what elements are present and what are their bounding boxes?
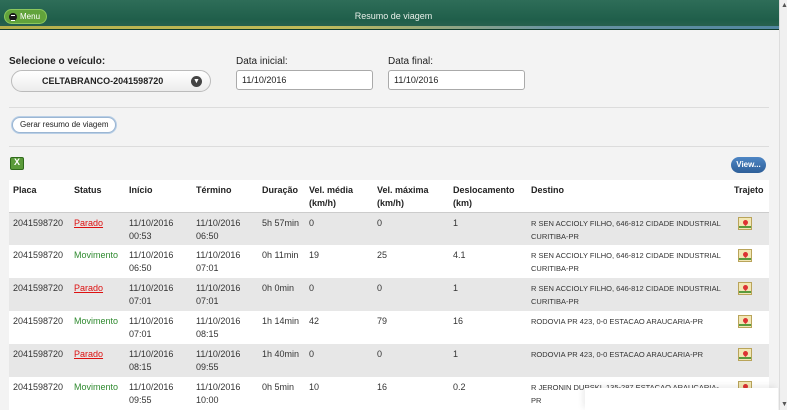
scroll-down-icon[interactable]: ▼ (781, 401, 787, 408)
cell-duracao: 0h 0min (258, 278, 305, 311)
cell-trajeto (730, 344, 769, 377)
col-inicio: Início (125, 180, 192, 213)
cell-vel-maxima: 25 (373, 245, 449, 278)
chevron-down-icon[interactable]: ▼ (191, 76, 202, 87)
table-row: 2041598720 Parado 11/10/2016 07:01 11/10/20… (9, 278, 769, 311)
start-date-input[interactable]: 11/10/2016 (236, 70, 373, 90)
map-route-icon[interactable] (738, 348, 752, 361)
cell-termino: 11/10/2016 09:55 (192, 344, 258, 377)
table-row: 2041598720 Movimento 11/10/2016 07:01 11/10… (9, 311, 769, 344)
cell-status[interactable]: Parado (70, 212, 125, 245)
scroll-up-icon[interactable]: ▲ (781, 2, 787, 9)
cell-status: Movimento (70, 311, 125, 344)
table-row: 2041598720 Parado 11/10/2016 08:15 11/10/20… (9, 344, 769, 377)
cell-destino: R SEN ACCIOLY FILHO, 646-812 CIDADE INDU… (527, 245, 730, 278)
view-button[interactable]: View... (731, 157, 766, 173)
col-status: Status (70, 180, 125, 213)
cell-placa: 2041598720 (9, 245, 70, 278)
col-vel-maxima: Vel. máxima (km/h) (373, 180, 449, 213)
cell-vel-maxima: 16 (373, 377, 449, 410)
cell-inicio: 11/10/2016 08:15 (125, 344, 192, 377)
cell-destino: RODOVIA PR 423, 0-0 ESTACAO ARAUCARIA-PR (527, 311, 730, 344)
cell-deslocamento: 16 (449, 311, 527, 344)
cell-vel-media: 10 (305, 377, 373, 410)
cell-inicio: 11/10/2016 07:01 (125, 311, 192, 344)
cell-inicio: 11/10/2016 00:53 (125, 212, 192, 245)
cell-deslocamento: 1 (449, 212, 527, 245)
start-date-label: Data inicial: (236, 56, 288, 67)
cell-termino: 11/10/2016 08:15 (192, 311, 258, 344)
table-header-row: Placa Status Início Término Duração Vel.… (9, 180, 769, 213)
cell-placa: 2041598720 (9, 377, 70, 410)
cell-vel-maxima: 0 (373, 212, 449, 245)
cell-vel-maxima: 0 (373, 278, 449, 311)
cell-status: Movimento (70, 245, 125, 278)
cell-destino: R SEN ACCIOLY FILHO, 646-812 CIDADE INDU… (527, 278, 730, 311)
top-bar: Menu Resumo de viagem (0, 0, 787, 30)
cell-inicio: 11/10/2016 09:55 (125, 377, 192, 410)
cell-deslocamento: 1 (449, 344, 527, 377)
end-date-label: Data final: (388, 56, 434, 67)
cell-status[interactable]: Parado (70, 278, 125, 311)
col-deslocamento: Deslocamento (km) (449, 180, 527, 213)
cell-placa: 2041598720 (9, 311, 70, 344)
cell-vel-media: 0 (305, 344, 373, 377)
cell-duracao: 0h 11min (258, 245, 305, 278)
table-row: 2041598720 Parado 11/10/2016 00:53 11/10/20… (9, 212, 769, 245)
cell-trajeto (730, 245, 769, 278)
col-placa: Placa (9, 180, 70, 213)
table-row: 2041598720 Movimento 11/10/2016 06:50 11/10… (9, 245, 769, 278)
cell-vel-maxima: 79 (373, 311, 449, 344)
map-route-icon[interactable] (738, 216, 752, 230)
cell-duracao: 1h 14min (258, 311, 305, 344)
cell-deslocamento: 4.1 (449, 245, 527, 278)
page-title: Resumo de viagem (354, 11, 433, 21)
divider (9, 107, 769, 108)
generate-summary-button[interactable]: Gerar resumo de viagem (12, 117, 117, 133)
cell-duracao: 5h 57min (258, 212, 305, 245)
map-route-icon[interactable] (738, 249, 752, 262)
vertical-scrollbar[interactable]: ▲ ▼ (779, 0, 787, 410)
cell-vel-maxima: 0 (373, 344, 449, 377)
cell-placa: 2041598720 (9, 344, 70, 377)
cell-termino: 11/10/2016 06:50 (192, 212, 258, 245)
cell-termino: 11/10/2016 10:00 (192, 377, 258, 410)
cell-vel-media: 19 (305, 245, 373, 278)
col-destino: Destino (527, 180, 730, 213)
vehicle-select[interactable]: CELTABRANCO-2041598720 ▼ (11, 70, 211, 92)
vehicle-label: Selecione o veículo: (9, 56, 106, 67)
end-date-input[interactable]: 11/10/2016 (388, 70, 525, 90)
cell-destino: RODOVIA PR 423, 0-0 ESTACAO ARAUCARIA-PR (527, 344, 730, 377)
cell-termino: 11/10/2016 07:01 (192, 278, 258, 311)
map-route-icon[interactable] (738, 282, 752, 295)
cell-deslocamento: 1 (449, 278, 527, 311)
cell-trajeto (730, 311, 769, 344)
divider (9, 146, 769, 147)
excel-export-icon[interactable] (10, 157, 24, 170)
cell-placa: 2041598720 (9, 278, 70, 311)
trip-summary-table: Placa Status Início Término Duração Vel.… (9, 180, 769, 410)
cell-duracao: 1h 40min (258, 344, 305, 377)
cell-vel-media: 0 (305, 278, 373, 311)
cell-status: Movimento (70, 377, 125, 410)
corner-panel (585, 388, 778, 410)
col-duracao: Duração (258, 180, 305, 213)
cell-vel-media: 0 (305, 212, 373, 245)
cell-status[interactable]: Parado (70, 344, 125, 377)
cell-inicio: 11/10/2016 06:50 (125, 245, 192, 278)
cell-destino: R SEN ACCIOLY FILHO, 646-812 CIDADE INDU… (527, 212, 730, 245)
cell-termino: 11/10/2016 07:01 (192, 245, 258, 278)
cell-inicio: 11/10/2016 07:01 (125, 278, 192, 311)
map-route-icon[interactable] (738, 315, 752, 328)
vehicle-select-value: CELTABRANCO-2041598720 (42, 76, 164, 86)
col-vel-media: Vel. média (km/h) (305, 180, 373, 213)
cell-placa: 2041598720 (9, 212, 70, 245)
cell-deslocamento: 0.2 (449, 377, 527, 410)
cell-trajeto (730, 278, 769, 311)
cell-duracao: 0h 5min (258, 377, 305, 410)
col-termino: Término (192, 180, 258, 213)
cell-trajeto (730, 212, 769, 245)
col-trajeto: Trajeto (730, 180, 769, 213)
cell-vel-media: 42 (305, 311, 373, 344)
